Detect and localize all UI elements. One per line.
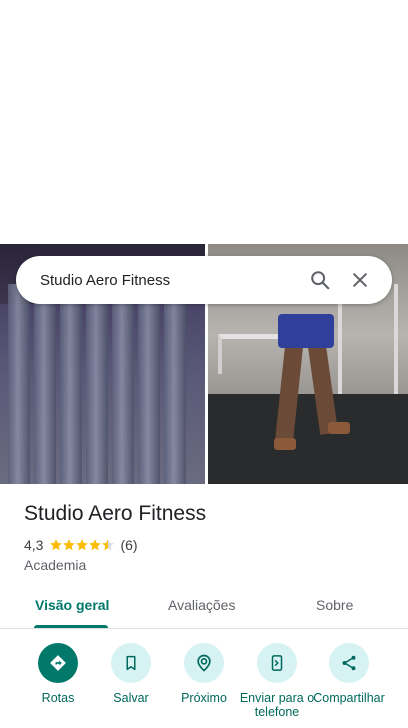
star-icon [89,539,102,551]
share-icon [329,643,369,683]
place-title: Studio Aero Fitness [24,502,207,525]
nearby-label: Próximo [181,691,227,705]
nearby-button[interactable]: Próximo [166,643,242,705]
star-icon [76,539,89,551]
save-button[interactable]: Salvar [93,643,169,705]
action-bar: Rotas Salvar Próximo Enviar para o telef… [0,643,408,728]
rating-value: 4,3 [24,537,44,553]
directions-button[interactable]: Rotas [20,643,96,705]
tab-reviews[interactable]: Avaliações [168,597,235,613]
place-category: Academia [24,557,87,573]
directions-label: Rotas [41,691,75,705]
share-label: Compartilhar [313,691,385,705]
star-half-icon [102,539,115,551]
tab-overview[interactable]: Visão geral [35,597,109,613]
star-icon [50,539,63,551]
directions-icon [38,643,78,683]
nearby-icon [184,643,224,683]
send-to-phone-button[interactable]: Enviar para o telefone [239,643,315,719]
place-tabs: Visão geral Avaliações Sobre [0,585,408,629]
active-tab-indicator [34,625,108,628]
share-button[interactable]: Compartilhar [311,643,387,705]
save-label: Salvar [113,691,149,705]
bookmark-icon [111,643,151,683]
send-to-phone-label: Enviar para o telefone [239,691,315,719]
star-rating [49,538,115,552]
search-icon[interactable] [300,260,340,300]
tab-about[interactable]: Sobre [316,597,353,613]
star-icon [63,539,76,551]
map-blank-area [0,0,408,244]
search-bar[interactable]: Studio Aero Fitness [16,256,392,304]
rating-row[interactable]: 4,3 (6) [24,537,138,553]
review-count: (6) [120,537,138,553]
close-icon[interactable] [340,260,380,300]
search-query[interactable]: Studio Aero Fitness [40,272,300,289]
send-to-phone-icon [257,643,297,683]
